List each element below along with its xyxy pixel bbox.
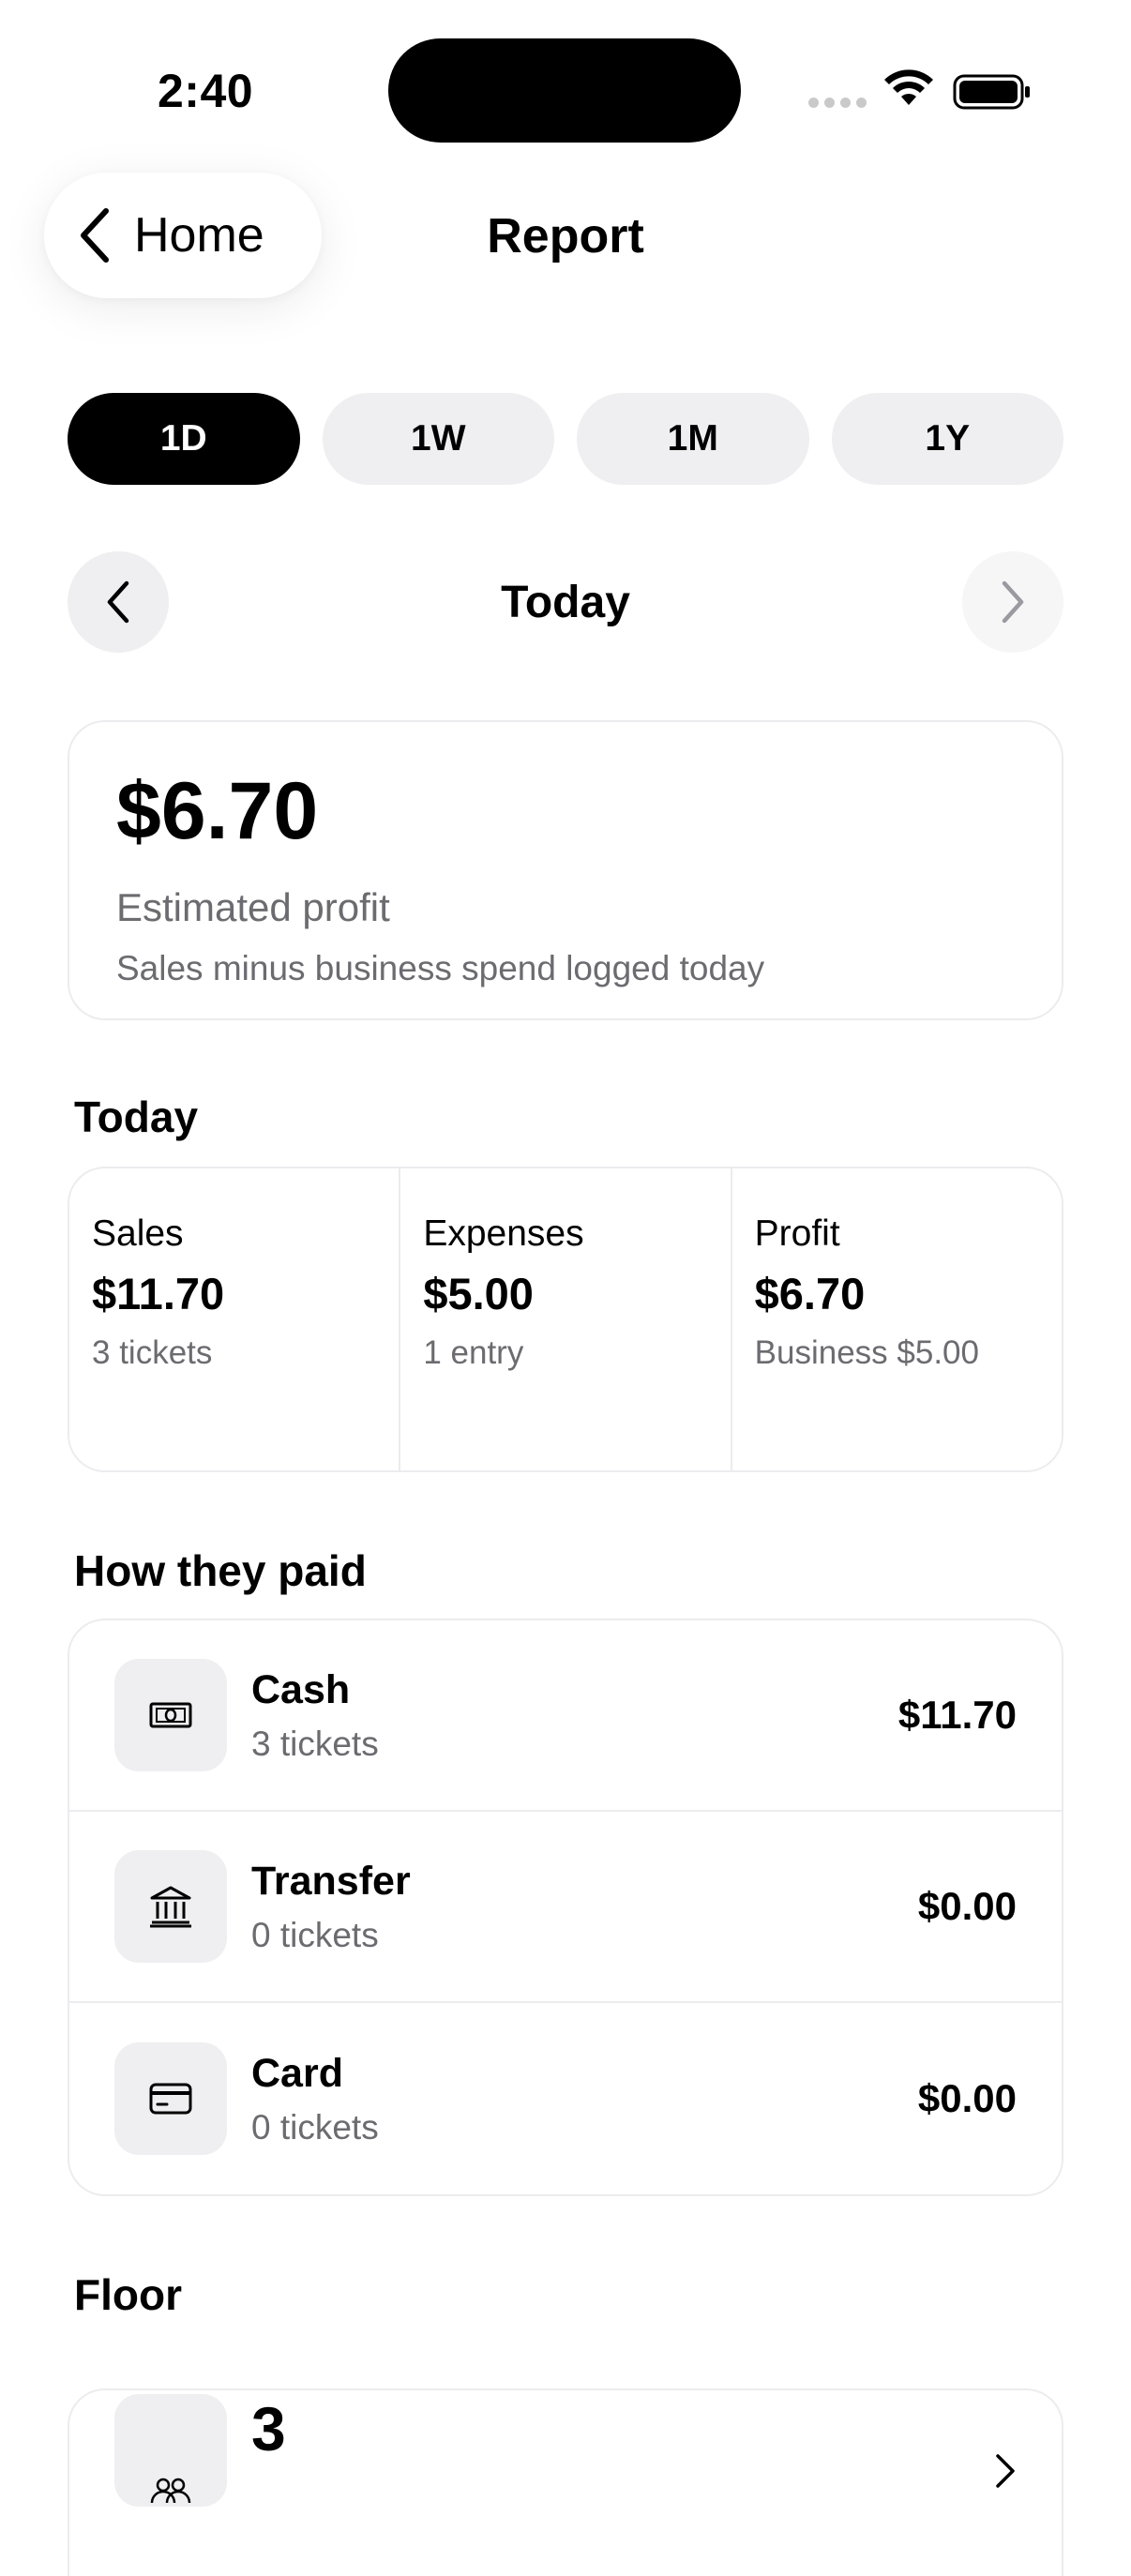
card-icon (114, 2042, 227, 2155)
summary-value: $11.70 (92, 1269, 225, 1318)
cash-icon (114, 1659, 227, 1771)
summary-label: Profit (754, 1213, 840, 1254)
summary-profit: Profit $6.70 Business $5.00 (732, 1168, 1062, 1470)
section-title-today: Today (74, 1092, 199, 1141)
payment-count: 0 tickets (251, 1915, 379, 1954)
cellular-signal-icon (808, 98, 867, 108)
payment-methods-card: Cash 3 tickets $11.70 Transfer 0 tickets… (68, 1619, 1063, 2196)
payment-amount: $11.70 (897, 1693, 1017, 1737)
range-tab-1w[interactable]: 1W (322, 393, 554, 485)
summary-note: 1 entry (423, 1334, 524, 1371)
payment-name: Cash (251, 1666, 351, 1712)
section-title-payments: How they paid (74, 1546, 367, 1595)
summary-value: $5.00 (423, 1269, 534, 1318)
floor-count: 3 (251, 2394, 286, 2463)
chevron-right-icon (1002, 580, 1024, 624)
range-tab-1y[interactable]: 1Y (831, 393, 1063, 485)
summary-label: Expenses (423, 1213, 584, 1254)
summary-value: $6.70 (754, 1269, 866, 1318)
payment-count: 0 tickets (251, 2107, 379, 2147)
summary-note: 3 tickets (92, 1334, 213, 1371)
status-time: 2:40 (158, 65, 254, 117)
profit-label: Estimated profit (116, 885, 390, 929)
range-tab-1m[interactable]: 1M (577, 393, 809, 485)
payment-row-cash[interactable]: Cash 3 tickets $11.70 (69, 1620, 1062, 1812)
floor-card[interactable]: 3 (68, 2388, 1063, 2576)
profit-subtitle: Sales minus business spend logged today (116, 949, 765, 987)
battery-icon (953, 74, 1030, 110)
payment-row-transfer[interactable]: Transfer 0 tickets $0.00 (69, 1812, 1062, 2003)
payment-count: 3 tickets (251, 1724, 379, 1763)
next-period-button[interactable] (962, 551, 1063, 653)
summary-label: Sales (92, 1213, 184, 1254)
profit-amount: $6.70 (116, 766, 319, 856)
payment-row-card[interactable]: Card 0 tickets $0.00 (69, 2003, 1062, 2194)
payment-name: Transfer (251, 1858, 411, 1904)
people-icon (114, 2394, 227, 2507)
page-title: Report (487, 209, 644, 264)
bank-icon (114, 1850, 227, 1963)
chevron-right-icon (996, 2454, 1015, 2488)
summary-sales: Sales $11.70 3 tickets (69, 1168, 401, 1470)
section-title-floor: Floor (74, 2270, 182, 2319)
profit-summary-card: $6.70 Estimated profit Sales minus busin… (68, 720, 1063, 1020)
range-segmented-control: 1D 1W 1M 1Y (68, 393, 1063, 485)
wifi-icon (884, 69, 933, 105)
today-summary-card: Sales $11.70 3 tickets Expenses $5.00 1 … (68, 1167, 1063, 1472)
payment-amount: $0.00 (917, 2076, 1017, 2120)
summary-note: Business $5.00 (754, 1334, 979, 1371)
dynamic-island (388, 38, 741, 143)
payment-amount: $0.00 (917, 1884, 1017, 1928)
summary-expenses: Expenses $5.00 1 entry (400, 1168, 732, 1470)
range-tab-1d[interactable]: 1D (68, 393, 300, 485)
payment-name: Card (251, 2050, 343, 2096)
